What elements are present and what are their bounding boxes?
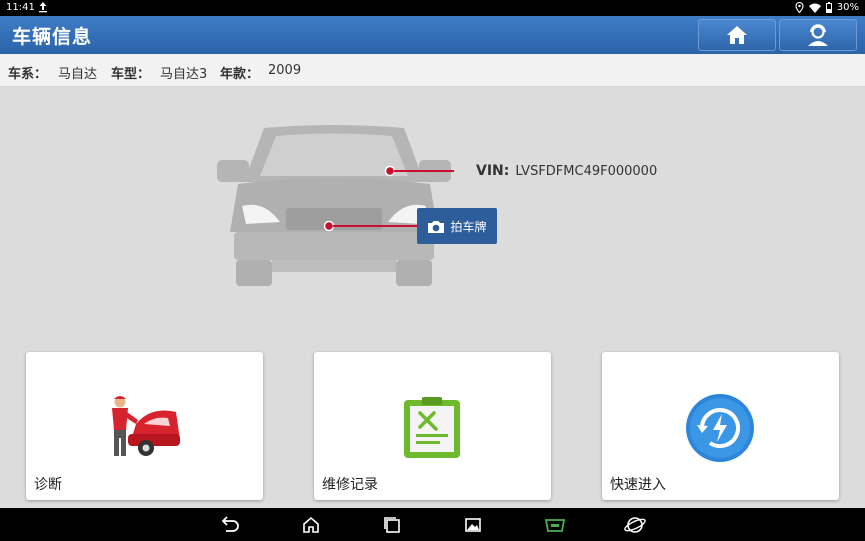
home-button[interactable] (698, 19, 776, 51)
nav-home-icon[interactable] (301, 515, 321, 535)
vin-value: LVSFDFMC49F000000 (515, 164, 658, 179)
diagnose-label: 诊断 (34, 477, 62, 493)
wifi-icon (808, 3, 821, 13)
battery-icon (825, 2, 832, 13)
take-plate-photo-button[interactable]: 拍车牌 (417, 208, 497, 244)
vehicle-info-bar: 车系： 马自达 车型： 马自达3 年款： 2009 (0, 54, 865, 87)
year-label: 年款： (220, 67, 260, 82)
browser-icon[interactable] (624, 515, 646, 535)
year-value: 2009 (268, 63, 302, 78)
quick-access-label: 快速进入 (610, 477, 666, 493)
gallery-icon[interactable] (463, 515, 483, 535)
page-title: 车辆信息 (12, 26, 93, 48)
vin-row: VIN: LVSFDFMC49F000000 (476, 163, 657, 179)
camera-icon (428, 220, 445, 233)
brand-value: 马自达 (58, 67, 98, 82)
upload-icon (39, 2, 47, 13)
quick-access-card[interactable]: 快速进入 (602, 352, 839, 500)
clipboard-tools-icon (404, 397, 460, 458)
vin-label: VIN: (476, 163, 510, 179)
recent-apps-icon[interactable] (382, 515, 402, 535)
app-bar: 车辆信息 (0, 16, 865, 54)
photo-button-label: 拍车牌 (450, 219, 487, 234)
model-label: 车型： (111, 67, 151, 82)
home-icon (727, 26, 747, 44)
diagnose-card[interactable]: 诊断 (26, 352, 263, 500)
battery-level: 30% (836, 2, 859, 13)
system-nav-bar (0, 508, 865, 541)
repair-records-card[interactable]: 维修记录 (314, 352, 551, 500)
location-icon (795, 2, 804, 13)
car-front-illustration (217, 125, 454, 286)
status-time: 11:41 (6, 2, 35, 13)
model-value: 马自达3 (160, 67, 208, 82)
quick-access-icon (686, 394, 754, 462)
status-bar: 11:41 30% (0, 0, 865, 16)
user-headset-icon (808, 24, 828, 46)
brand-label: 车系： (8, 67, 48, 82)
back-icon[interactable] (220, 515, 240, 535)
user-button[interactable] (779, 19, 857, 51)
repair-records-label: 维修记录 (322, 477, 378, 493)
mechanic-car-icon (112, 396, 180, 456)
vci-icon[interactable] (543, 515, 567, 535)
